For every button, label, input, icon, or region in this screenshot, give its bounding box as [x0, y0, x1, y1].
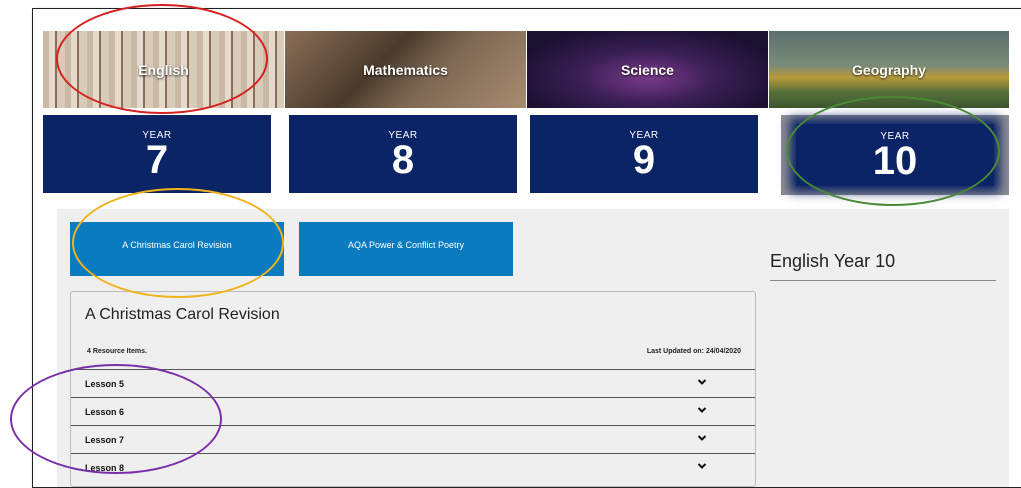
chevron-down-icon	[697, 407, 707, 413]
year-number: 9	[632, 137, 656, 182]
resource-panel: A Christmas Carol Revision 4 Resource It…	[70, 291, 756, 487]
lesson-label: Lesson 8	[85, 463, 125, 473]
year-tile-7[interactable]: YEAR 7	[43, 115, 271, 193]
lesson-row-7[interactable]: Lesson 7	[71, 425, 755, 453]
year-tile-8[interactable]: YEAR 8	[289, 115, 517, 193]
content-area: A Christmas Carol Revision AQA Power & C…	[57, 209, 1009, 487]
subject-label: Science	[621, 61, 674, 78]
lesson-label: Lesson 7	[85, 435, 125, 445]
year-tile-10[interactable]: YEAR 10	[796, 124, 994, 186]
subject-label: Geography	[852, 61, 926, 78]
subject-tile-geography[interactable]: Geography	[769, 31, 1009, 108]
topic-label: AQA Power & Conflict Poetry	[347, 240, 465, 250]
chevron-down-icon	[697, 379, 707, 385]
subject-tile-mathematics[interactable]: Mathematics	[285, 31, 526, 108]
year-tile-10-selected-wrap: YEAR 10	[781, 115, 1009, 195]
sidebar-title: English Year 10	[770, 251, 996, 281]
lesson-label: Lesson 5	[85, 379, 125, 389]
subject-tile-science[interactable]: Science	[527, 31, 768, 108]
year-number: 7	[145, 137, 169, 182]
subject-label: Mathematics	[363, 61, 448, 78]
subject-label: English	[138, 61, 189, 78]
lesson-row-6[interactable]: Lesson 6	[71, 397, 755, 425]
lesson-row-8[interactable]: Lesson 8	[71, 453, 755, 481]
topic-button-power-conflict[interactable]: AQA Power & Conflict Poetry	[299, 222, 513, 276]
chevron-down-icon	[697, 435, 707, 441]
year-number: 8	[391, 137, 415, 182]
lesson-row-5[interactable]: Lesson 5	[71, 369, 755, 397]
subject-tile-english[interactable]: English	[43, 31, 284, 108]
year-number: 10	[872, 138, 918, 183]
lesson-label: Lesson 6	[85, 407, 125, 417]
chevron-down-icon	[697, 463, 707, 469]
topic-label: A Christmas Carol Revision	[122, 240, 232, 250]
year-tile-9[interactable]: YEAR 9	[530, 115, 758, 193]
topic-button-christmas-carol[interactable]: A Christmas Carol Revision	[70, 222, 284, 276]
panel-title: A Christmas Carol Revision	[85, 306, 280, 323]
last-updated: Last Updated on: 24/04/2020	[646, 348, 741, 355]
page-frame: English Mathematics Science Geography YE…	[32, 8, 1021, 488]
resource-count: 4 Resource Items.	[87, 348, 147, 355]
